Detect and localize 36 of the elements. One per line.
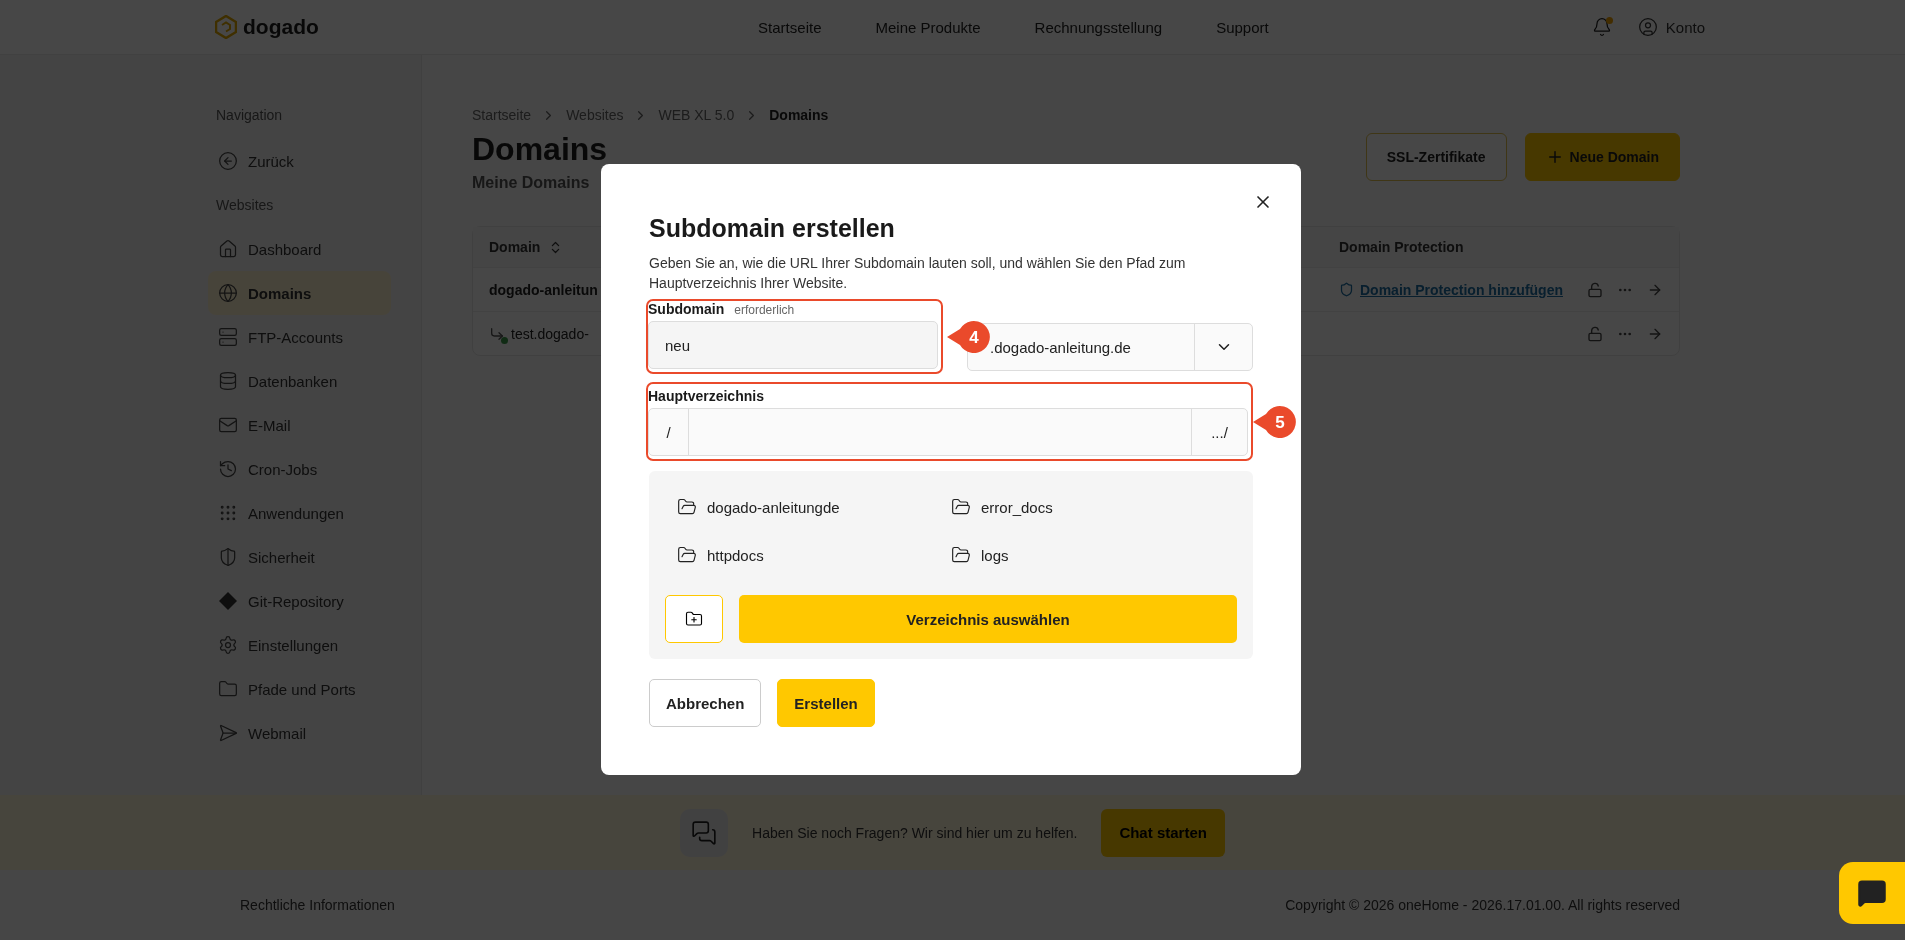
new-folder-button[interactable]	[665, 595, 723, 643]
select-directory-button[interactable]: Verzeichnis auswählen	[739, 595, 1237, 643]
dialog-description: Geben Sie an, wie die URL Ihrer Subdomain lauten soll, und wählen Sie den Pfad zum Hauptverzeichnis Ihrer Website.	[649, 254, 1187, 293]
callout-badge: 4	[947, 319, 991, 354]
folder-plus-icon	[685, 610, 703, 628]
folder-icon	[951, 545, 971, 565]
subdomain-input[interactable]: neu	[648, 321, 938, 369]
folder-icon	[677, 545, 697, 565]
folder-icon	[677, 497, 697, 517]
cancel-button[interactable]: Abbrechen	[649, 679, 762, 727]
folder-item[interactable]: httpdocs	[677, 545, 951, 565]
field-label: Hauptverzeichnis	[648, 388, 764, 404]
dialog-title: Subdomain erstellen	[649, 214, 896, 243]
create-button[interactable]: Erstellen	[777, 679, 875, 727]
directory-input[interactable]: / .../	[648, 408, 1248, 456]
nav-link[interactable]: Startseite	[758, 18, 822, 36]
legal-link[interactable]: Rechtliche Informationen	[240, 897, 395, 913]
copyright-text: Copyright © 2026 oneHome - 2026.17.01.00. All rights reserved	[1285, 897, 1680, 913]
page-title: Domains	[472, 131, 608, 168]
folder-item[interactable]: logs	[951, 545, 1225, 565]
folder-icon	[951, 497, 971, 517]
protection-link[interactable]: Domain Protection hinzufügen	[1360, 281, 1563, 298]
callout-badge: 5	[1253, 404, 1297, 439]
field-label: Subdomain	[648, 301, 725, 317]
breadcrumb-link[interactable]: Domains	[769, 107, 829, 123]
folder-item[interactable]: dogado-anleitungde	[677, 497, 951, 517]
table-cell: test.dogado-	[511, 325, 589, 342]
chat-button[interactable]	[1839, 862, 1905, 924]
folder-item[interactable]: error_docs	[951, 497, 1225, 517]
logo-text: dogado	[243, 15, 319, 39]
table-cell: dogado-anleitun	[489, 281, 598, 298]
help-text: Haben Sie noch Fragen? Wir sind hier um zu helfen.	[752, 824, 1078, 841]
nav-link[interactable]: Rechnungsstellung	[1034, 18, 1163, 36]
chat-icon	[1857, 878, 1887, 908]
nav-link[interactable]: Meine Produkte	[875, 18, 981, 36]
required-hint: erforderlich	[734, 303, 795, 317]
